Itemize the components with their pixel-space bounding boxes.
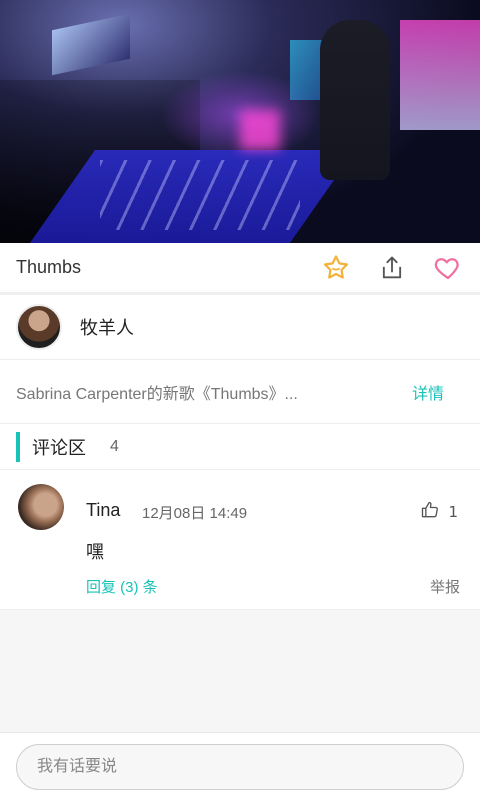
action-icons	[320, 252, 464, 284]
comment-text: 嘿	[86, 542, 104, 563]
commenter-name[interactable]: Tina	[86, 500, 120, 521]
comment-item: Tina 12月08日 14:49 1 嘿 回复 (3) 条 举报	[0, 470, 480, 610]
pink-panel	[400, 20, 480, 130]
video-title: Thumbs	[16, 257, 82, 277]
video-player[interactable]	[0, 0, 480, 243]
commenter-avatar[interactable]	[18, 484, 64, 530]
title-bar: Thumbs	[0, 243, 480, 293]
report-link[interactable]: 举报	[430, 576, 460, 597]
author-avatar[interactable]	[16, 304, 62, 350]
description-text: Sabrina Carpenter的新歌《Thumbs》...	[16, 385, 298, 403]
heart-icon[interactable]	[432, 252, 464, 284]
section-accent-bar	[16, 431, 20, 462]
comment-section-header: 评论区 4	[0, 424, 480, 470]
performer-figure	[320, 20, 390, 180]
comment-section-label: 评论区	[32, 437, 86, 459]
detail-button[interactable]: 详情	[412, 380, 444, 404]
description-row: Sabrina Carpenter的新歌《Thumbs》... 详情	[0, 360, 480, 424]
like-count: 1	[448, 503, 458, 521]
reply-link[interactable]: 回复 (3) 条	[86, 576, 158, 597]
stage-screen	[52, 13, 130, 76]
comment-input-bar	[0, 732, 480, 800]
share-icon[interactable]	[376, 252, 408, 284]
author-name[interactable]: 牧羊人	[80, 314, 134, 340]
stage-light-lines	[100, 160, 300, 230]
like-button[interactable]: 1	[420, 500, 458, 524]
comment-time: 12月08日 14:49	[142, 505, 248, 522]
comment-input[interactable]	[16, 743, 464, 790]
thumbs-up-icon	[420, 500, 440, 524]
comment-count: 4	[110, 437, 119, 455]
author-row[interactable]: 牧羊人	[0, 293, 480, 360]
app-root: Thumbs 牧羊人 Sabrina Carpenter的新歌《Thumbs》.…	[0, 0, 480, 800]
star-icon[interactable]	[320, 252, 352, 284]
pink-light	[240, 110, 280, 150]
